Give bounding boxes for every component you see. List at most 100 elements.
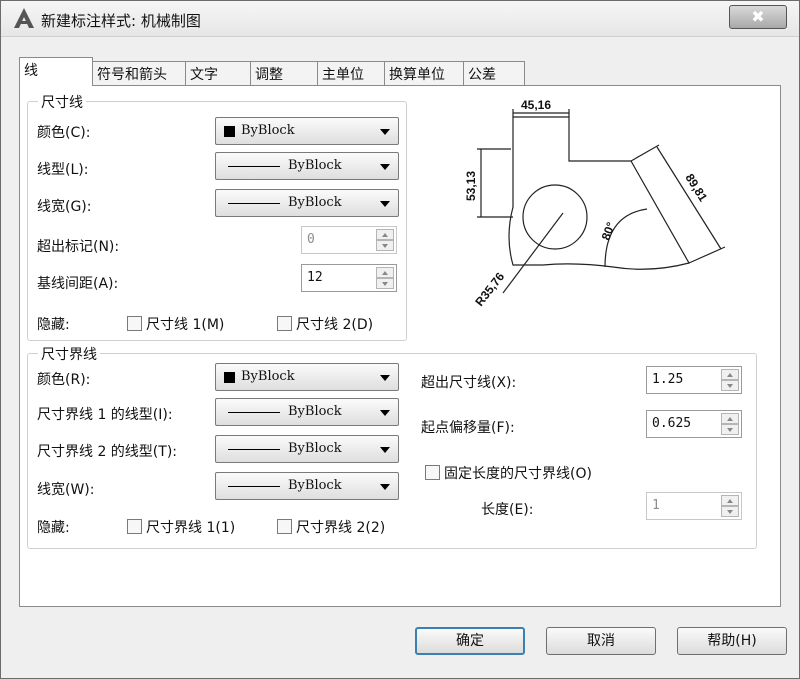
tab-primary-units[interactable]: 主单位 (317, 61, 385, 85)
spin-down-icon[interactable] (376, 278, 394, 289)
dim-color-label: 颜色(C): (37, 125, 91, 141)
autocad-logo-icon (14, 8, 34, 28)
ext-lineweight-label: 线宽(W): (37, 482, 95, 498)
dim-baseline-value: 12 (307, 270, 323, 285)
ext-color-label: 颜色(R): (37, 372, 91, 388)
dimension-preview: 45,16 53,13 89,81 80° R35,76 (464, 98, 726, 309)
help-button[interactable]: 帮助(H) (677, 627, 787, 655)
ext-lines-group-title: 尺寸界线 (38, 344, 100, 364)
spin-down-icon[interactable] (376, 240, 394, 251)
dim-color-select[interactable]: ByBlock (215, 117, 399, 145)
tab-alternate-units[interactable]: 换算单位 (384, 61, 464, 85)
tab-tolerances[interactable]: 公差 (463, 61, 525, 85)
ext-offset-spinner[interactable]: 0.625 (646, 410, 742, 438)
dim-right-text: 89,81 (682, 171, 710, 204)
close-icon: ✖ (751, 7, 765, 26)
spin-down-icon[interactable] (721, 380, 739, 391)
checkbox-box (127, 519, 142, 534)
tab-lines[interactable]: 线 (19, 57, 93, 86)
dropdown-arrow-icon (380, 129, 390, 135)
spin-up-icon[interactable] (376, 229, 394, 240)
spin-up-icon[interactable] (376, 267, 394, 278)
ext-linetype2-label: 尺寸界线 2 的线型(T): (37, 444, 177, 460)
dim-color-value: ByBlock (241, 123, 295, 138)
dim-lineweight-select[interactable]: ByBlock (215, 189, 399, 217)
tab-label: 换算单位 (389, 67, 445, 83)
checkbox-label: 尺寸线 2(D) (296, 317, 374, 333)
part-outline (508, 116, 690, 270)
spin-up-icon[interactable] (721, 369, 739, 380)
tab-fit[interactable]: 调整 (250, 61, 318, 85)
line-sample-icon (228, 486, 280, 487)
ext-length-label: 长度(E): (481, 502, 534, 518)
ext-suppress-label: 隐藏: (37, 520, 70, 536)
spin-down-icon[interactable] (721, 506, 739, 517)
tab-label: 公差 (468, 67, 496, 83)
right-dim-line (656, 146, 722, 250)
tab-symbols-arrows[interactable]: 符号和箭头 (92, 61, 186, 85)
ext-beyond-spinner[interactable]: 1.25 (646, 366, 742, 394)
color-swatch (224, 126, 235, 137)
suppress-ext-line-2-checkbox[interactable]: 尺寸界线 2(2) (277, 517, 386, 536)
ext-lineweight-value: ByBlock (288, 478, 342, 493)
spin-up-icon[interactable] (721, 495, 739, 506)
dim-left-text: 53,13 (464, 171, 478, 201)
fixed-length-checkbox[interactable]: 固定长度的尺寸界线(O) (425, 463, 592, 482)
ext-lineweight-select[interactable]: ByBlock (215, 472, 399, 500)
checkbox-box (277, 519, 292, 534)
color-swatch (224, 372, 235, 383)
dropdown-arrow-icon (380, 201, 390, 207)
dropdown-arrow-icon (380, 410, 390, 416)
checkbox-box (127, 316, 142, 331)
checkbox-label: 固定长度的尺寸界线(O) (444, 466, 592, 482)
tab-label: 文字 (190, 67, 218, 83)
tab-text[interactable]: 文字 (185, 61, 251, 85)
checkbox-label: 尺寸线 1(M) (146, 317, 225, 333)
line-sample-icon (228, 412, 280, 413)
ext-length-spinner[interactable]: 1 (646, 492, 742, 520)
dim-linetype-label: 线型(L): (37, 162, 89, 178)
dropdown-arrow-icon (380, 164, 390, 170)
radius-leader (502, 212, 564, 294)
spinner-buttons (376, 229, 394, 251)
dim-angle-text: 80° (599, 220, 618, 242)
ext-linetype1-label: 尺寸界线 1 的线型(I): (37, 407, 173, 423)
tab-label: 调整 (255, 67, 283, 83)
ext-linetype2-value: ByBlock (288, 441, 342, 456)
dim-extend-spinner[interactable]: 0 (301, 226, 397, 254)
ext-linetype1-select[interactable]: ByBlock (215, 398, 399, 426)
dropdown-arrow-icon (380, 375, 390, 381)
ext-color-value: ByBlock (241, 369, 295, 384)
ext-beyond-value: 1.25 (652, 372, 684, 387)
checkbox-label: 尺寸界线 2(2) (296, 520, 386, 536)
dim-top-text: 45,16 (521, 98, 551, 112)
ok-button[interactable]: 确定 (415, 627, 525, 655)
spin-down-icon[interactable] (721, 424, 739, 435)
dim-extend-value: 0 (307, 232, 315, 247)
dim-baseline-spinner[interactable]: 12 (301, 264, 397, 292)
ext-linetype1-value: ByBlock (288, 404, 342, 419)
line-sample-icon (228, 203, 280, 204)
line-sample-icon (228, 449, 280, 450)
dim-lineweight-value: ByBlock (288, 195, 342, 210)
spin-up-icon[interactable] (721, 413, 739, 424)
dim-lines-group-title: 尺寸线 (38, 92, 86, 112)
title-bar: 新建标注样式: 机械制图 ✖ (1, 1, 799, 37)
dropdown-arrow-icon (380, 447, 390, 453)
ext-color-select[interactable]: ByBlock (215, 363, 399, 391)
ext-beyond-label: 超出尺寸线(X): (421, 375, 517, 391)
ext-length-value: 1 (652, 498, 660, 513)
dim-baseline-label: 基线间距(A): (37, 276, 119, 292)
ext-linetype2-select[interactable]: ByBlock (215, 435, 399, 463)
dim-linetype-select[interactable]: ByBlock (215, 152, 399, 180)
ext-offset-label: 起点偏移量(F): (421, 420, 515, 436)
dialog-window: 新建标注样式: 机械制图 ✖ 线 符号和箭头 文字 调整 主单位 换算单位 公差… (0, 0, 800, 679)
close-button[interactable]: ✖ (729, 5, 787, 29)
cancel-button[interactable]: 取消 (546, 627, 656, 655)
checkbox-box (277, 316, 292, 331)
dim-radius-text: R35,76 (472, 269, 507, 308)
suppress-dim-line-1-checkbox[interactable]: 尺寸线 1(M) (127, 314, 225, 333)
suppress-dim-line-2-checkbox[interactable]: 尺寸线 2(D) (277, 314, 374, 333)
suppress-ext-line-1-checkbox[interactable]: 尺寸界线 1(1) (127, 517, 235, 536)
window-title: 新建标注样式: 机械制图 (41, 12, 201, 30)
